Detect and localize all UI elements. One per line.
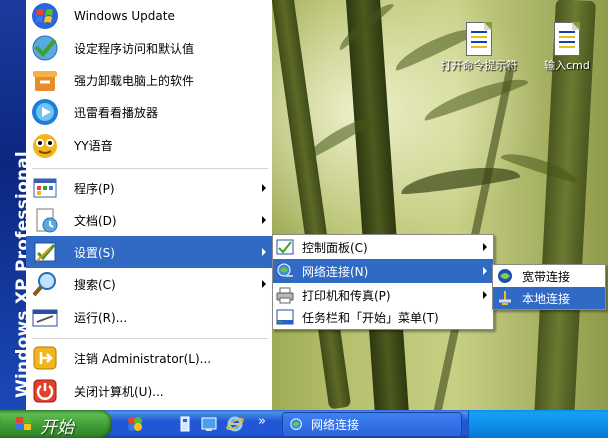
menu-item-label: 运行(R)...	[74, 310, 128, 325]
settings-icon	[30, 237, 60, 267]
submenu-arrow-icon	[483, 291, 487, 299]
network-connections-icon	[289, 417, 305, 433]
yy-voice-icon	[30, 130, 60, 160]
start-menu-side-banner: Windows XP Professional	[0, 0, 33, 410]
bamboo-leaf	[399, 161, 521, 197]
menu-item-label: 迅雷看看播放器	[74, 105, 159, 120]
menu-item-xunlei-player[interactable]: 迅雷看看播放器	[26, 96, 272, 128]
run-icon	[30, 302, 60, 332]
submenu-item-broadband[interactable]: 宽带连接	[493, 265, 605, 287]
menu-item-label: Windows Update	[74, 9, 175, 23]
menu-item-settings[interactable]: 设置(S)	[26, 236, 272, 268]
documents-icon	[30, 205, 60, 235]
start-button-label: 开始	[40, 418, 74, 438]
desktop-icon-cmd-prompt[interactable]: 打开命令提示符	[440, 22, 518, 72]
local-connection-icon	[496, 289, 514, 307]
submenu-arrow-icon	[262, 216, 266, 224]
start-menu-items: Windows Update 设定程序访问和默认值 强力卸载电脑上的软件 迅雷看…	[26, 0, 272, 410]
settings-submenu: 控制面板(C) 网络连接(N) 打印机和传真(P) 任务栏和「开始」菜单(T)	[272, 234, 494, 330]
network-connections-icon	[276, 262, 294, 280]
network-submenu: 宽带连接 本地连接	[492, 264, 606, 310]
menu-item-uninstall[interactable]: 强力卸载电脑上的软件	[26, 64, 272, 96]
submenu-item-label: 控制面板(C)	[302, 240, 368, 255]
bamboo-stalk	[270, 0, 352, 410]
menu-item-run[interactable]: 运行(R)...	[26, 300, 272, 334]
taskbar-window-button[interactable]: 网络连接	[282, 412, 462, 437]
windows-update-icon	[30, 1, 60, 31]
submenu-item-network-connections[interactable]: 网络连接(N)	[273, 259, 493, 283]
submenu-arrow-icon	[483, 243, 487, 251]
menu-item-program-access[interactable]: 设定程序访问和默认值	[26, 32, 272, 64]
menu-item-label: 程序(P)	[74, 181, 115, 196]
bamboo-leaf	[420, 71, 530, 123]
submenu-item-printers[interactable]: 打印机和传真(P)	[273, 283, 493, 307]
menu-item-label: 设置(S)	[74, 245, 115, 260]
submenu-arrow-icon	[262, 184, 266, 192]
desktop-icon-label: 输入cmd	[544, 59, 590, 72]
submenu-item-control-panel[interactable]: 控制面板(C)	[273, 235, 493, 259]
submenu-arrow-icon	[262, 248, 266, 256]
desktop-icon-cmd[interactable]: 输入cmd	[528, 22, 606, 72]
menu-item-search[interactable]: 搜索(C)	[26, 268, 272, 300]
menu-separator	[32, 168, 268, 169]
xunlei-player-icon	[30, 97, 60, 127]
submenu-arrow-icon	[262, 280, 266, 288]
submenu-item-local-connection[interactable]: 本地连接	[493, 287, 605, 309]
menu-item-yy-voice[interactable]: YY语音	[26, 128, 272, 162]
printer-icon	[276, 286, 294, 304]
menu-item-label: 关闭计算机(U)...	[74, 384, 164, 399]
control-panel-icon	[276, 238, 294, 256]
submenu-item-label: 网络连接(N)	[302, 264, 369, 279]
submenu-item-label: 宽带连接	[522, 269, 571, 284]
menu-separator	[32, 338, 268, 339]
quick-launch-ie-icon[interactable]	[226, 415, 244, 433]
menu-item-windows-update[interactable]: Windows Update	[26, 0, 272, 32]
programs-icon	[30, 173, 60, 203]
menu-item-label: YY语音	[74, 138, 113, 153]
menu-item-logoff[interactable]: 注销 Administrator(L)...	[26, 342, 272, 374]
taskbar-window-label: 网络连接	[311, 418, 360, 432]
menu-item-label: 搜索(C)	[74, 277, 116, 292]
search-icon	[30, 269, 60, 299]
uninstall-icon	[30, 65, 60, 95]
program-access-icon	[30, 33, 60, 63]
menu-item-shutdown[interactable]: 关闭计算机(U)...	[26, 374, 272, 408]
quick-launch-msn-icon[interactable]	[126, 415, 144, 433]
submenu-item-taskbar-start-menu[interactable]: 任务栏和「开始」菜单(T)	[273, 305, 493, 329]
quick-launch-desktop-icon[interactable]	[200, 415, 218, 433]
menu-item-programs[interactable]: 程序(P)	[26, 172, 272, 204]
shutdown-icon	[30, 376, 60, 406]
menu-item-documents[interactable]: 文档(D)	[26, 204, 272, 236]
quick-launch-overflow[interactable]: »	[258, 414, 266, 429]
system-tray	[468, 410, 608, 438]
logoff-icon	[30, 343, 60, 373]
menu-item-label: 文档(D)	[74, 213, 117, 228]
menu-item-label: 强力卸载电脑上的软件	[74, 73, 195, 88]
submenu-item-label: 任务栏和「开始」菜单(T)	[302, 310, 439, 325]
menu-item-label: 设定程序访问和默认值	[74, 41, 195, 56]
windows-flag-icon	[16, 417, 32, 431]
submenu-item-label: 本地连接	[522, 291, 571, 306]
submenu-arrow-icon	[483, 267, 487, 275]
quick-launch-explorer-icon[interactable]	[176, 415, 194, 433]
text-document-icon	[554, 22, 580, 56]
taskbar: 开始 » 网络连接	[0, 410, 608, 438]
text-document-icon	[466, 22, 492, 56]
taskbar-icon	[276, 308, 294, 326]
menu-item-label: 注销 Administrator(L)...	[74, 351, 212, 366]
desktop-icon-label: 打开命令提示符	[440, 59, 518, 72]
submenu-item-label: 打印机和传真(P)	[302, 288, 391, 303]
start-menu: Windows XP Professional Windows Update 设…	[0, 0, 272, 410]
start-button[interactable]: 开始	[0, 410, 112, 438]
broadband-icon	[496, 267, 514, 285]
